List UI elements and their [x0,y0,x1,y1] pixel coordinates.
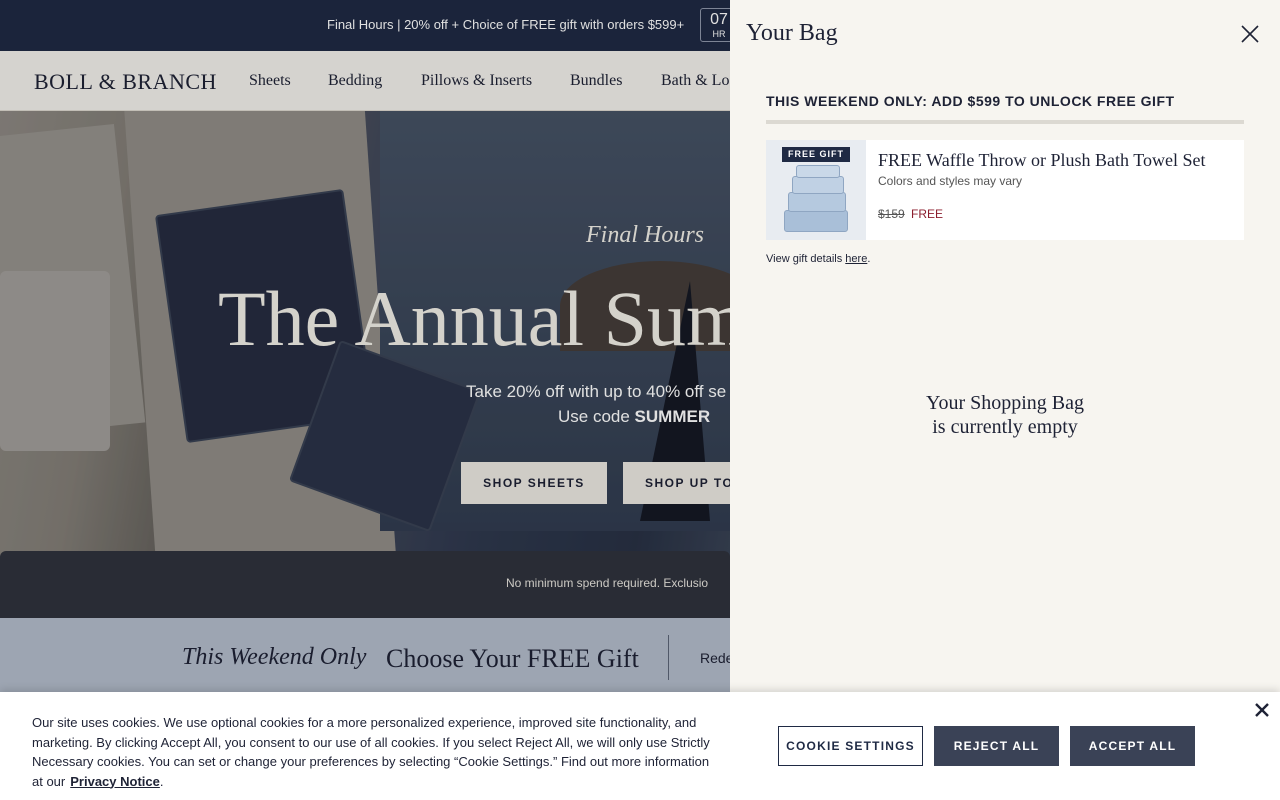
free-gift-card: FREE GIFT FREE Waffle Throw or Plush Bat… [766,140,1244,240]
close-bag-button[interactable] [1236,20,1264,48]
cookie-text: Our site uses cookies. We use optional c… [32,713,712,791]
towel-image-1 [784,210,848,232]
empty-bag-line-2: is currently empty [932,416,1078,438]
gift-progress-bar [766,120,1244,124]
gift-details-prefix: View gift details [766,253,846,265]
accept-all-button[interactable]: ACCEPT ALL [1070,726,1195,766]
gift-note: Colors and styles may vary [878,174,1023,188]
gift-original-price: $159 [878,207,905,221]
towel-image-4 [796,165,840,178]
gift-price: FREE [911,207,944,221]
gift-threshold-promo: THIS WEEKEND ONLY: ADD $599 TO UNLOCK FR… [766,93,1175,109]
close-icon [1255,703,1269,717]
gift-details-link[interactable]: here [845,253,867,265]
close-icon [1241,25,1259,43]
free-gift-badge: FREE GIFT [782,147,850,162]
gift-details-suffix: . [867,253,871,265]
close-cookie-button[interactable] [1252,700,1272,720]
cookie-settings-button[interactable]: COOKIE SETTINGS [778,726,923,766]
empty-bag-line-1: Your Shopping Bag [926,392,1084,414]
cookie-banner: Our site uses cookies. We use optional c… [0,692,1280,800]
bag-title: Your Bag [746,20,838,46]
cookie-link-suffix: . [159,773,164,789]
gift-details-line: View gift details here. [766,253,870,265]
towel-image-3 [792,176,844,194]
reject-all-button[interactable]: REJECT ALL [934,726,1059,766]
towel-image-2 [788,192,846,212]
shopping-bag-drawer: Your Bag THIS WEEKEND ONLY: ADD $599 TO … [730,0,1280,800]
empty-bag-message: Your Shopping Bag is currently empty [766,391,1244,439]
gift-image: FREE GIFT [766,140,866,240]
gift-name: FREE Waffle Throw or Plush Bath Towel Se… [878,150,1206,170]
drawer-overlay[interactable] [0,0,730,800]
privacy-notice-link[interactable]: Privacy Notice [70,774,160,789]
